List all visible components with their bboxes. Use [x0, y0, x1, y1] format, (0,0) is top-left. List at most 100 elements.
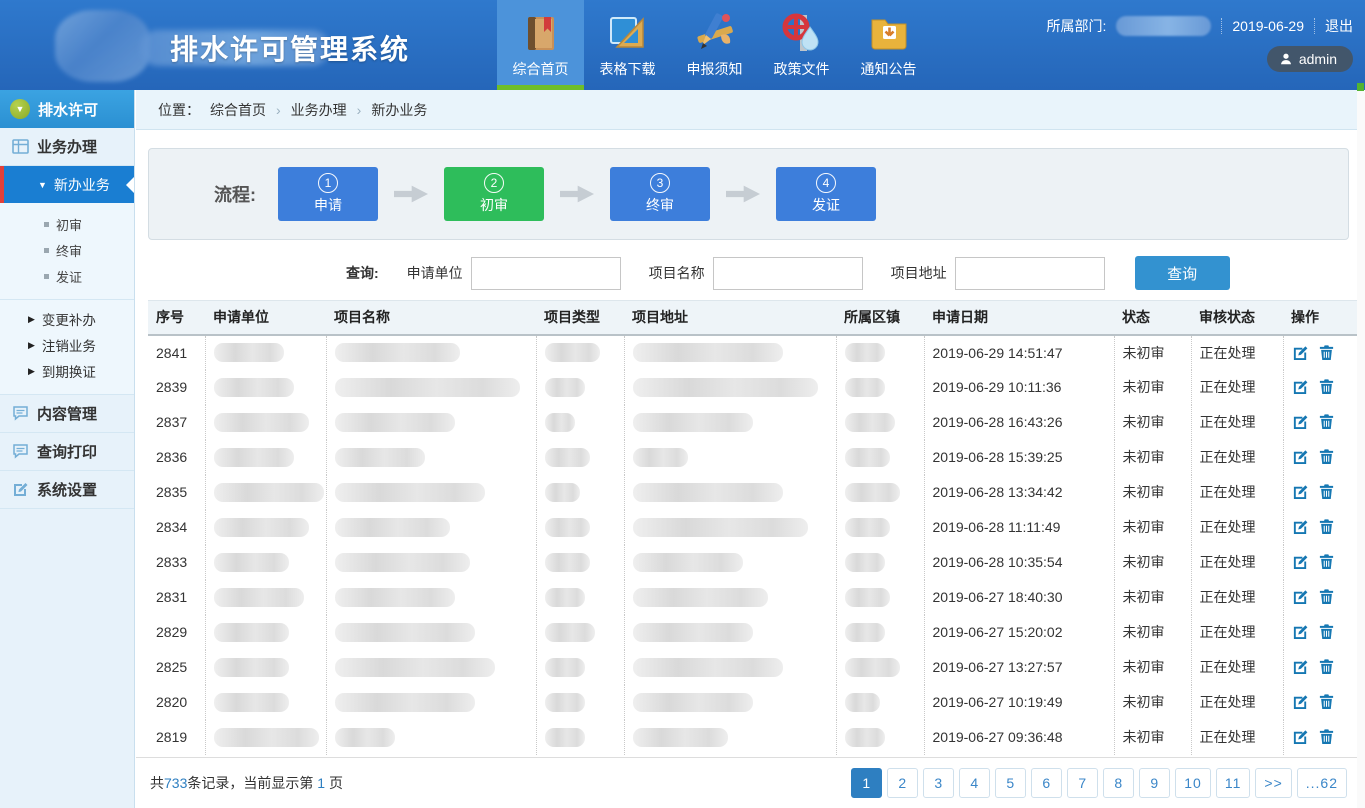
cell-review-status: 正在处理	[1191, 405, 1283, 440]
breadcrumb-item[interactable]: 综合首页	[210, 100, 266, 120]
edit-icon[interactable]	[1292, 344, 1309, 364]
page-button-[interactable]: >>	[1255, 768, 1291, 798]
page-button-3[interactable]: 3	[923, 768, 954, 798]
page-button-4[interactable]: 4	[959, 768, 990, 798]
flow-step-终审[interactable]: 3终审	[610, 167, 710, 221]
edit-icon[interactable]	[1292, 588, 1309, 608]
page-button-62[interactable]: ...62	[1297, 768, 1347, 798]
logout-button[interactable]: 退出	[1325, 16, 1353, 36]
page-button-9[interactable]: 9	[1139, 768, 1170, 798]
cell-apply-date: 2019-06-27 09:36:48	[924, 720, 1114, 755]
nav-item-forms-download[interactable]: 表格下载	[584, 0, 671, 90]
redacted-value	[845, 343, 885, 362]
logo-redacted	[55, 10, 150, 82]
delete-icon[interactable]	[1318, 553, 1335, 573]
sidebar-item-system-settings[interactable]: 系统设置	[0, 471, 134, 509]
flow-step-label: 申请	[314, 195, 342, 215]
delete-icon[interactable]	[1318, 413, 1335, 433]
flow-step-申请[interactable]: 1申请	[278, 167, 378, 221]
edit-icon[interactable]	[1292, 553, 1309, 573]
cell-project-name	[326, 405, 536, 440]
page-button-7[interactable]: 7	[1067, 768, 1098, 798]
sidebar-item-expire-renew[interactable]: ▶到期换证	[0, 358, 134, 384]
sidebar: ▼ 排水许可 业务办理▼新办业务初审终审发证 ▶变更补办▶注销业务▶到期换证内容管…	[0, 90, 135, 808]
delete-icon[interactable]	[1318, 344, 1335, 364]
sidebar-item-business-handle[interactable]: 业务办理	[0, 128, 134, 166]
sidebar-item-cancel-business[interactable]: ▶注销业务	[0, 332, 134, 358]
nav-item-announcements[interactable]: 通知公告	[845, 0, 932, 90]
cell-seq: 2820	[148, 685, 205, 720]
project-name-input[interactable]	[713, 257, 863, 290]
edit-icon[interactable]	[1292, 518, 1309, 538]
delete-icon[interactable]	[1318, 588, 1335, 608]
cell-review-status: 正在处理	[1191, 335, 1283, 370]
redacted-value	[845, 588, 890, 607]
edit-icon[interactable]	[1292, 728, 1309, 748]
redacted-value	[545, 518, 590, 537]
sidebar-subitem-final-review[interactable]: 终审	[0, 237, 134, 263]
sidebar-item-change-reissue[interactable]: ▶变更补办	[0, 306, 134, 332]
scrollbar-track[interactable]	[1357, 90, 1365, 808]
page-button-11[interactable]: 11	[1216, 768, 1251, 798]
edit-icon[interactable]	[1292, 413, 1309, 433]
edit-icon[interactable]	[1292, 378, 1309, 398]
scrollbar-thumb[interactable]	[1357, 83, 1364, 91]
cell-apply-unit	[205, 650, 326, 685]
sidebar-item-new-business-active[interactable]: ▼新办业务	[0, 166, 134, 203]
flow-step-发证[interactable]: 4发证	[776, 167, 876, 221]
cell-review-status: 正在处理	[1191, 720, 1283, 755]
cell-review-status: 正在处理	[1191, 475, 1283, 510]
cell-project-name	[326, 440, 536, 475]
apply-unit-input[interactable]	[471, 257, 621, 290]
edit-icon[interactable]	[1292, 448, 1309, 468]
edit-icon[interactable]	[1292, 693, 1309, 713]
count-middle: 条记录，当前显示第	[187, 775, 313, 791]
breadcrumb-item[interactable]: 新办业务	[371, 100, 427, 120]
page-button-1[interactable]: 1	[851, 768, 882, 798]
sidebar-subitem-first-review[interactable]: 初审	[0, 211, 134, 237]
nav-item-declare-notice[interactable]: 申报须知	[671, 0, 758, 90]
sidebar-subitem-label: 发证	[56, 267, 82, 286]
cell-seq: 2825	[148, 650, 205, 685]
delete-icon[interactable]	[1318, 693, 1335, 713]
redacted-value	[633, 623, 753, 642]
cell-seq: 2841	[148, 335, 205, 370]
edit-icon[interactable]	[1292, 623, 1309, 643]
page-button-2[interactable]: 2	[887, 768, 918, 798]
flow-step-初审[interactable]: 2初审	[444, 167, 544, 221]
page-button-10[interactable]: 10	[1175, 768, 1211, 798]
cell-apply-date: 2019-06-28 15:39:25	[924, 440, 1114, 475]
nav-item-policy-files[interactable]: 政策文件	[758, 0, 845, 90]
delete-icon[interactable]	[1318, 518, 1335, 538]
table-row: 28202019-06-27 10:19:49未初审正在处理	[148, 685, 1358, 720]
page-button-5[interactable]: 5	[995, 768, 1026, 798]
search-button[interactable]: 查询	[1135, 256, 1230, 290]
redacted-value	[214, 693, 289, 712]
redacted-value	[545, 378, 585, 397]
cell-seq: 2833	[148, 545, 205, 580]
cell-operations	[1283, 440, 1358, 475]
page-button-8[interactable]: 8	[1103, 768, 1134, 798]
delete-icon[interactable]	[1318, 658, 1335, 678]
delete-icon[interactable]	[1318, 483, 1335, 503]
header-divider	[1314, 18, 1315, 34]
project-address-input[interactable]	[955, 257, 1105, 290]
page-button-6[interactable]: 6	[1031, 768, 1062, 798]
nav-item-home[interactable]: 综合首页	[497, 0, 584, 90]
sidebar-item-content-manage[interactable]: 内容管理	[0, 395, 134, 433]
breadcrumb-item[interactable]: 业务办理	[291, 100, 347, 120]
user-menu-button[interactable]: admin	[1267, 46, 1353, 72]
redacted-value	[335, 378, 520, 397]
sidebar-header[interactable]: ▼ 排水许可	[0, 90, 134, 128]
cell-project-type	[536, 335, 624, 370]
sidebar-subitem-issue-cert[interactable]: 发证	[0, 263, 134, 289]
sidebar-item-query-print[interactable]: 查询打印	[0, 433, 134, 471]
delete-icon[interactable]	[1318, 378, 1335, 398]
delete-icon[interactable]	[1318, 728, 1335, 748]
edit-icon[interactable]	[1292, 658, 1309, 678]
edit-icon[interactable]	[1292, 483, 1309, 503]
cell-operations	[1283, 615, 1358, 650]
delete-icon[interactable]	[1318, 623, 1335, 643]
delete-icon[interactable]	[1318, 448, 1335, 468]
table-row: 28252019-06-27 13:27:57未初审正在处理	[148, 650, 1358, 685]
